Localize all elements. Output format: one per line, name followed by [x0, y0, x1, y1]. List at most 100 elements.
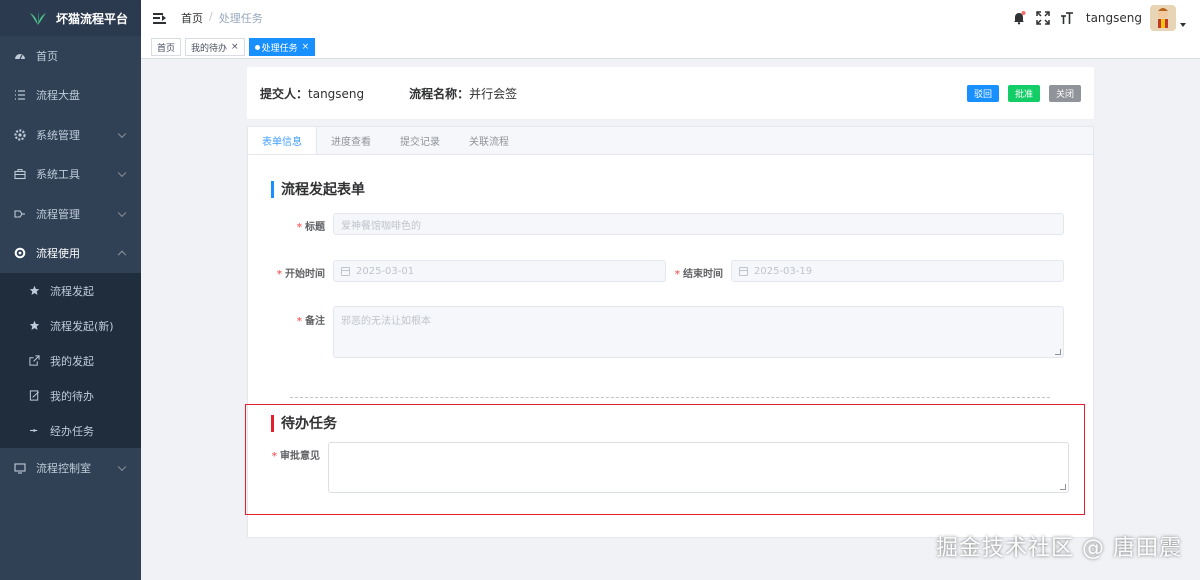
remark-label: * 备注 [270, 312, 325, 327]
tag-my-todo[interactable]: 我的待办 × [185, 38, 245, 56]
sidebar-item-flow-board[interactable]: 流程大盘 [0, 76, 141, 116]
calendar-icon [341, 266, 350, 276]
breadcrumb-current: 处理任务 [218, 12, 263, 25]
breadcrumb: 首页 / 处理任务 [181, 10, 263, 26]
flow-name-field: 流程名称：并行会签 [409, 85, 517, 102]
hamburger-icon[interactable] [153, 12, 166, 24]
submitter-field: 提交人：tangseng [260, 85, 364, 102]
star-icon [28, 285, 40, 297]
resize-handle-icon[interactable] [1060, 484, 1066, 490]
section-title-text: 待办任务 [281, 416, 337, 432]
approve-button[interactable]: 批准 [1007, 85, 1040, 102]
label-text: 标题 [305, 222, 325, 233]
sidebar-item-start-flow[interactable]: 流程发起 [0, 273, 141, 308]
watermark: 掘金技术社区 @ 唐田震 [936, 536, 1182, 561]
end-time-input[interactable]: 2025-03-19 [731, 260, 1064, 282]
fullscreen-icon[interactable] [1036, 11, 1050, 25]
top-navbar: 首页 / 处理任务 tangseng [141, 0, 1200, 36]
close-button[interactable]: 关闭 [1048, 85, 1081, 102]
sidebar-item-label: 首页 [36, 49, 58, 63]
chevron-up-icon [117, 250, 127, 260]
close-icon[interactable]: × [302, 42, 310, 52]
monitor-icon [14, 462, 26, 474]
title-label: * 标题 [270, 218, 325, 233]
tag-label: 首页 [157, 43, 176, 54]
sidebar-item-system-management[interactable]: 系统管理 [0, 115, 141, 155]
sidebar-item-my-todo[interactable]: 我的待办 [0, 378, 141, 413]
flow-icon [14, 208, 26, 220]
section-bar [271, 180, 274, 198]
label-text: 结束时间 [683, 269, 723, 280]
sidebar-item-label: 经办任务 [50, 424, 94, 438]
avatar[interactable] [1150, 5, 1176, 31]
app-logo[interactable]: 坏猫流程平台 [0, 0, 141, 36]
sidebar: 坏猫流程平台 首页 流程大盘 系统管理 系统工具 流程管理 流程使用 流程发起 … [0, 0, 141, 580]
chevron-down-icon [117, 208, 127, 217]
required-mark: * [296, 222, 302, 233]
active-dot-icon [254, 44, 260, 50]
sidebar-item-my-started[interactable]: 我的发起 [0, 343, 141, 378]
sidebar-item-system-tools[interactable]: 系统工具 [0, 155, 141, 195]
resize-handle-icon[interactable] [1055, 349, 1061, 355]
tag-label: 处理任务 [261, 43, 298, 54]
font-size-icon[interactable] [1060, 11, 1074, 25]
section-title-text: 流程发起表单 [281, 182, 365, 198]
sidebar-item-label: 流程大盘 [36, 89, 80, 103]
dashboard-icon [14, 50, 26, 62]
caret-down-icon[interactable] [1180, 23, 1186, 27]
action-buttons: 驳回 批准 关闭 [966, 85, 1081, 102]
sidebar-item-label: 系统管理 [36, 128, 80, 142]
tags-view: 首页 我的待办 × 处理任务 × [141, 36, 1200, 59]
opinion-textarea[interactable] [328, 442, 1069, 493]
app-title: 坏猫流程平台 [56, 11, 129, 26]
tab-related-flows[interactable]: 关联流程 [455, 127, 524, 154]
edit-doc-icon [28, 390, 40, 402]
section-divider [290, 397, 1050, 398]
title-input[interactable]: 爱神餐馆咖啡色的 [333, 213, 1064, 235]
chevron-down-icon [117, 129, 127, 138]
submenu-flow-usage: 流程发起 流程发起(新) 我的发起 我的待办 经办任务 [0, 273, 141, 448]
tag-process-task[interactable]: 处理任务 × [248, 38, 316, 56]
required-mark: * [296, 316, 302, 327]
bell-icon[interactable] [1012, 11, 1026, 25]
start-time-input[interactable]: 2025-03-01 [333, 260, 666, 282]
sidebar-item-handled-tasks[interactable]: 经办任务 [0, 413, 141, 448]
close-icon[interactable]: × [231, 42, 239, 52]
external-link-icon [28, 355, 40, 367]
input-value: 2025-03-01 [356, 265, 415, 277]
sidebar-item-start-flow-new[interactable]: 流程发起(新) [0, 308, 141, 343]
header-right: tangseng [1012, 0, 1200, 36]
breadcrumb-separator: / [209, 10, 213, 23]
opinion-label: * 审批意见 [262, 447, 320, 462]
tag-label: 我的待办 [191, 43, 228, 54]
reject-button[interactable]: 驳回 [966, 85, 999, 102]
sidebar-item-label: 流程发起 [50, 284, 94, 298]
tab-form-info[interactable]: 表单信息 [248, 127, 317, 154]
required-mark: * [276, 269, 282, 280]
tab-submit-records[interactable]: 提交记录 [386, 127, 455, 154]
task-summary-card: 提交人：tangseng 流程名称：并行会签 驳回 批准 关闭 [247, 67, 1094, 119]
list-icon [14, 89, 26, 101]
star-icon [28, 320, 40, 332]
required-mark: * [271, 451, 277, 462]
breadcrumb-home[interactable]: 首页 [181, 10, 203, 26]
arrow-icon [28, 425, 40, 437]
sidebar-item-flow-management[interactable]: 流程管理 [0, 194, 141, 234]
sidebar-item-home[interactable]: 首页 [0, 36, 141, 76]
username[interactable]: tangseng [1086, 11, 1142, 25]
remark-textarea[interactable]: 邪恶的无法让如根本 [333, 306, 1064, 358]
toolbox-icon [14, 168, 26, 180]
sidebar-item-label: 流程控制室 [36, 461, 91, 475]
sidebar-item-label: 流程管理 [36, 207, 80, 221]
tag-home[interactable]: 首页 [151, 38, 182, 56]
chevron-down-icon [117, 168, 127, 178]
textarea-value: 邪恶的无法让如根本 [341, 316, 431, 327]
sidebar-item-label: 我的待办 [50, 389, 94, 403]
gear-icon [14, 129, 26, 141]
tab-progress[interactable]: 进度查看 [317, 127, 386, 154]
sidebar-item-flow-control-room[interactable]: 流程控制室 [0, 448, 141, 488]
cog-icon [14, 247, 26, 259]
label-text: 备注 [305, 316, 325, 327]
sidebar-item-flow-usage[interactable]: 流程使用 [0, 234, 141, 274]
submitter-value: tangseng [308, 86, 365, 101]
